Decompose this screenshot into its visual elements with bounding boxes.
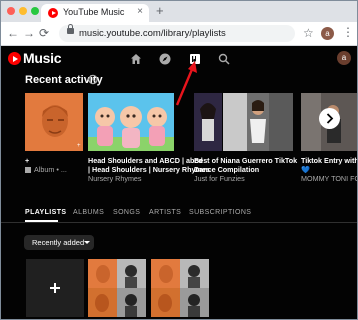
- browser-toolbar: ← → ⟳ music.youtube.com/library/playlist…: [1, 22, 357, 46]
- reload-icon[interactable]: ⟳: [39, 26, 49, 40]
- tab-subscriptions[interactable]: SUBSCRIPTIONS: [189, 209, 251, 216]
- recent-item-subtitle: MOMMY TONI FOW: [301, 174, 357, 183]
- recent-item-title-continued[interactable]: Dance Compilation: [194, 165, 259, 174]
- back-arrow-icon[interactable]: ←: [7, 26, 19, 40]
- profile-avatar[interactable]: a: [321, 27, 334, 40]
- recent-item-subtitle: Album • ...: [34, 165, 67, 174]
- recent-item-title-continued[interactable]: | Head Shoulders | Nursery Rhymes: [88, 165, 210, 174]
- chevron-right-icon: [326, 113, 334, 124]
- caret-down-icon: [84, 241, 90, 244]
- browser-tab[interactable]: YouTube Music ×: [41, 4, 149, 22]
- recent-item-video[interactable]: [88, 93, 174, 151]
- tabs-divider: [1, 222, 357, 223]
- youtube-music-logo-icon[interactable]: [8, 52, 21, 65]
- plus-icon-vertical: [54, 283, 56, 293]
- browser-menu-icon[interactable]: ⋮: [342, 25, 354, 39]
- new-tab-button[interactable]: +: [156, 4, 164, 18]
- playlist-tile[interactable]: [88, 259, 146, 317]
- playlist-collage-thumbnail: [88, 259, 146, 317]
- downloaded-icon: [25, 167, 31, 173]
- url-text: music.youtube.com/library/playlists: [79, 28, 226, 39]
- explore-icon[interactable]: [159, 53, 171, 65]
- recent-item-title[interactable]: Tiktok Entry with Ty: [301, 156, 357, 165]
- minimize-window-button[interactable]: [19, 7, 27, 15]
- new-playlist-tile[interactable]: [26, 259, 84, 317]
- carousel-next-button[interactable]: [319, 108, 340, 129]
- video-thumbnail: [88, 93, 174, 151]
- recent-item-subtitle: Nursery Rhymes: [88, 174, 142, 183]
- browser-window: YouTube Music × + ← → ⟳ music.youtube.co…: [0, 0, 358, 320]
- recent-item-album[interactable]: +: [25, 93, 83, 151]
- playlist-collage-thumbnail: [151, 259, 209, 317]
- close-tab-icon[interactable]: ×: [137, 6, 143, 17]
- recent-item-title[interactable]: Best of Niana Guerrero TikTok: [194, 156, 297, 165]
- account-avatar[interactable]: a: [337, 51, 351, 65]
- tab-title: YouTube Music: [63, 7, 125, 17]
- recent-item-title[interactable]: Head Shoulders and ABCD | abcd: [88, 156, 203, 165]
- maximize-window-button[interactable]: [31, 7, 39, 15]
- recent-item-video[interactable]: [223, 93, 293, 151]
- sort-dropdown-label: Recently added: [32, 238, 85, 247]
- tab-albums[interactable]: ALBUMS: [73, 209, 104, 216]
- close-window-button[interactable]: [7, 7, 15, 15]
- playlist-tile[interactable]: [151, 259, 209, 317]
- video-thumbnail: [194, 93, 222, 151]
- search-icon[interactable]: [218, 53, 230, 65]
- tab-strip: YouTube Music × +: [1, 1, 357, 22]
- logo-text[interactable]: Music: [23, 50, 61, 66]
- sort-dropdown[interactable]: Recently added: [24, 235, 94, 250]
- video-thumbnail: [223, 93, 293, 151]
- recent-item-subtitle: Just for Funzies: [194, 174, 245, 183]
- tab-playlists[interactable]: PLAYLISTS: [25, 209, 66, 216]
- lock-icon: [67, 24, 74, 34]
- recent-item-title-continued[interactable]: 💙: [301, 165, 310, 174]
- address-bar[interactable]: music.youtube.com/library/playlists: [59, 24, 295, 42]
- home-icon[interactable]: [130, 53, 142, 65]
- youtube-music-favicon-icon: [48, 8, 58, 18]
- forward-arrow-icon[interactable]: →: [23, 26, 35, 40]
- recent-item-video[interactable]: [194, 93, 222, 151]
- recent-item-title[interactable]: +: [25, 156, 29, 165]
- album-art-thumbnail: +: [25, 93, 83, 151]
- history-icon[interactable]: [87, 74, 98, 85]
- bookmark-star-icon[interactable]: ☆: [303, 26, 314, 40]
- tab-songs[interactable]: SONGS: [113, 209, 140, 216]
- svg-text:+: +: [77, 143, 81, 149]
- tab-artists[interactable]: ARTISTS: [149, 209, 181, 216]
